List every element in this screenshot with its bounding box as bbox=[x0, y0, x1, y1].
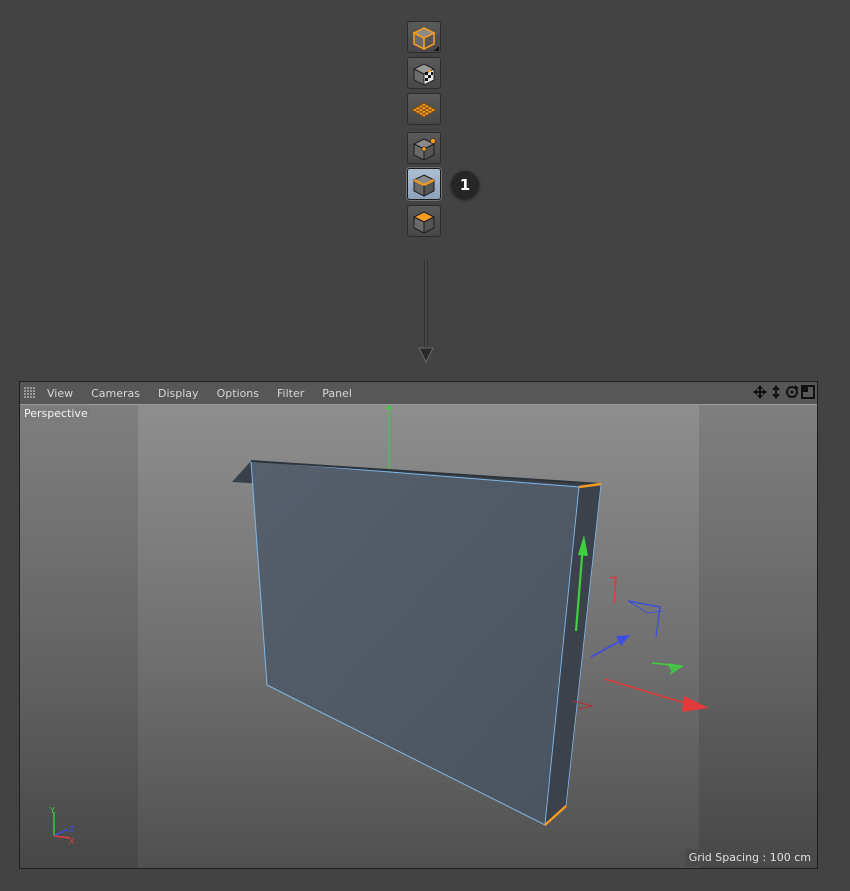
points-cube-icon bbox=[412, 138, 436, 161]
callout-1: 1 bbox=[451, 171, 479, 199]
viewport-grid-icon[interactable] bbox=[24, 387, 36, 399]
texture-mode-button[interactable] bbox=[407, 57, 441, 89]
submenu-indicator-icon bbox=[434, 46, 439, 51]
polygons-mode-button[interactable] bbox=[407, 205, 441, 237]
rotate-view-icon[interactable] bbox=[785, 385, 799, 399]
menu-options[interactable]: Options bbox=[217, 387, 259, 400]
world-axis-y-label: Y bbox=[49, 806, 55, 815]
menu-display[interactable]: Display bbox=[158, 387, 199, 400]
polygons-cube-icon bbox=[412, 211, 436, 234]
down-arrow-icon bbox=[418, 260, 434, 364]
perspective-viewport[interactable]: View Cameras Display Options Filter Pane… bbox=[19, 381, 818, 869]
maximize-view-icon[interactable] bbox=[801, 385, 815, 399]
viewport-menubar: View Cameras Display Options Filter Pane… bbox=[20, 382, 817, 405]
menu-cameras[interactable]: Cameras bbox=[91, 387, 140, 400]
workplane-mode-button[interactable] bbox=[407, 93, 441, 125]
menu-filter[interactable]: Filter bbox=[277, 387, 304, 400]
edges-mode-button[interactable] bbox=[407, 168, 441, 200]
menu-panel[interactable]: Panel bbox=[322, 387, 352, 400]
edges-cube-icon bbox=[412, 174, 436, 197]
safe-frame-right bbox=[699, 405, 817, 868]
world-axis-z-label: Z bbox=[69, 825, 75, 834]
grid-spacing-readout: Grid Spacing : 100 cm bbox=[684, 849, 815, 866]
scene-canvas[interactable]: Y Z X bbox=[20, 405, 817, 868]
move-view-icon[interactable] bbox=[753, 385, 767, 399]
safe-frame-left bbox=[20, 405, 138, 868]
world-axis-x-label: X bbox=[69, 837, 75, 846]
model-mode-button[interactable] bbox=[407, 21, 441, 53]
points-mode-button[interactable] bbox=[407, 132, 441, 164]
camera-label[interactable]: Perspective bbox=[22, 407, 90, 421]
zoom-view-icon[interactable] bbox=[769, 385, 783, 399]
workplane-grid-icon bbox=[411, 102, 437, 118]
viewport-navigation bbox=[753, 385, 815, 399]
menu-view[interactable]: View bbox=[47, 387, 73, 400]
checker-cube-icon bbox=[412, 63, 436, 86]
